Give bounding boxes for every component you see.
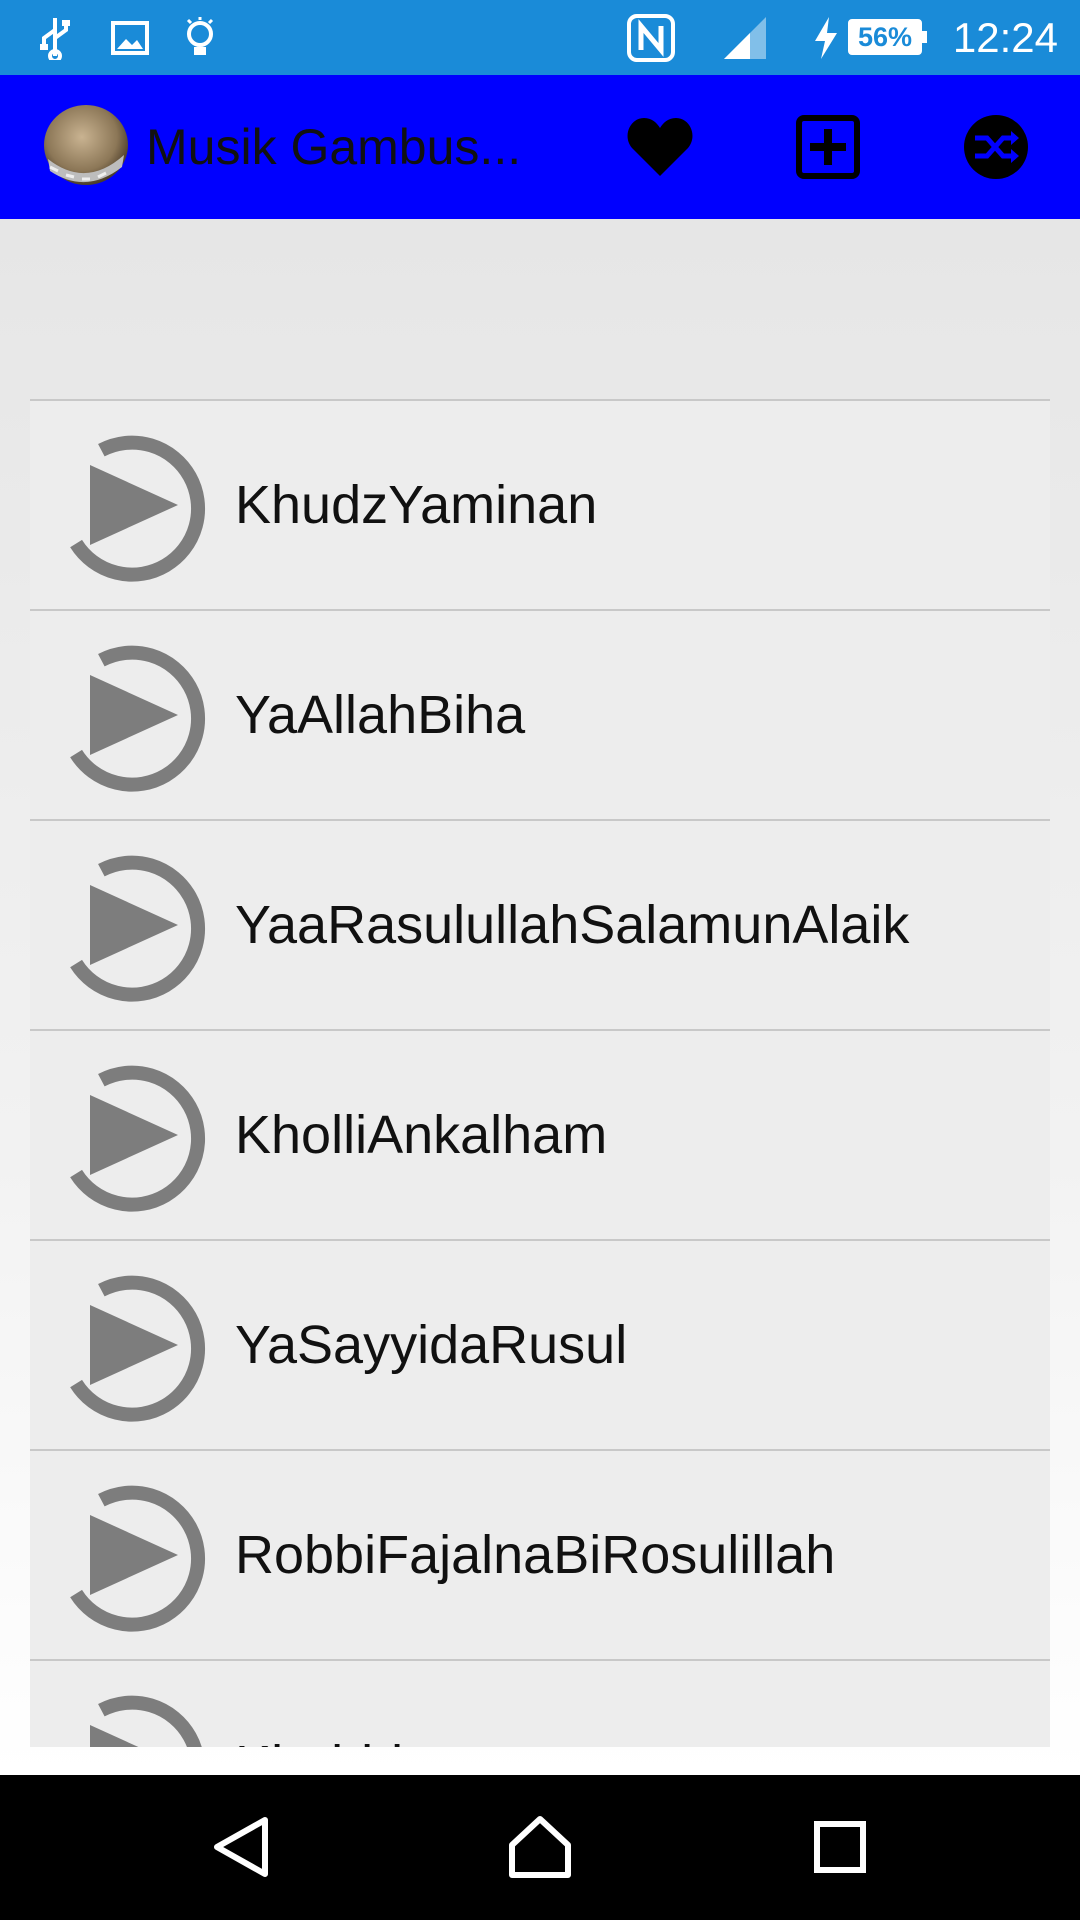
song-title: YaSayyidaRusul bbox=[235, 1315, 628, 1375]
list-item[interactable]: YaAllahBiha bbox=[30, 611, 1050, 821]
shuffle-button[interactable] bbox=[946, 97, 1046, 197]
nfc-icon bbox=[625, 0, 677, 75]
song-title: KhudzYaminan bbox=[235, 475, 598, 535]
song-title: Khobbi... bbox=[235, 1661, 448, 1747]
battery-indicator: 56% bbox=[848, 19, 927, 55]
list-item[interactable]: KholliAnkalham bbox=[30, 1031, 1050, 1241]
recents-icon bbox=[814, 1821, 866, 1873]
home-icon bbox=[509, 1816, 571, 1878]
status-time: 12:24 bbox=[952, 14, 1058, 61]
app-bar: Musik Gambus... bbox=[0, 75, 1080, 219]
list-item[interactable]: Khobbi... bbox=[30, 1661, 1050, 1747]
shuffle-icon bbox=[964, 115, 1028, 179]
usb-icon bbox=[30, 0, 80, 75]
song-list[interactable]: KhudzYaminan YaAllahBiha YaaRasulullahSa… bbox=[30, 399, 1050, 1747]
image-icon bbox=[105, 0, 155, 75]
song-title: RobbiFajalnaBiRosulillah bbox=[235, 1525, 836, 1585]
list-item[interactable]: KhudzYaminan bbox=[30, 401, 1050, 611]
app-title: Musik Gambus... bbox=[146, 119, 522, 175]
play-circle-icon bbox=[70, 1065, 206, 1212]
gambus-drum-logo bbox=[36, 97, 132, 193]
play-circle-icon bbox=[70, 855, 206, 1002]
play-circle-icon bbox=[70, 1275, 206, 1422]
list-item[interactable]: YaaRasulullahSalamunAlaik bbox=[30, 821, 1050, 1031]
add-playlist-button[interactable] bbox=[778, 97, 878, 197]
play-circle-icon bbox=[70, 1695, 206, 1747]
bulb-icon bbox=[175, 0, 225, 75]
charging-icon bbox=[808, 0, 844, 75]
play-circle-icon bbox=[70, 645, 206, 792]
song-title: KholliAnkalham bbox=[235, 1105, 608, 1165]
favorite-button[interactable] bbox=[610, 97, 710, 197]
play-circle-icon bbox=[70, 1485, 206, 1632]
song-title: YaaRasulullahSalamunAlaik bbox=[235, 895, 910, 955]
status-bar: 56% 12:24 bbox=[0, 0, 1080, 75]
back-button[interactable] bbox=[191, 1797, 291, 1897]
list-item[interactable]: YaSayyidaRusul bbox=[30, 1241, 1050, 1451]
back-icon bbox=[214, 1817, 268, 1877]
home-button[interactable] bbox=[490, 1797, 590, 1897]
signal-icon bbox=[720, 0, 770, 75]
song-title: YaAllahBiha bbox=[235, 685, 526, 745]
list-item[interactable]: RobbiFajalnaBiRosulillah bbox=[30, 1451, 1050, 1661]
play-circle-icon bbox=[70, 435, 206, 582]
content-area: KhudzYaminan YaAllahBiha YaaRasulullahSa… bbox=[0, 219, 1080, 1775]
recents-button[interactable] bbox=[790, 1797, 890, 1897]
add-box-icon bbox=[796, 115, 860, 179]
navigation-bar bbox=[0, 1775, 1080, 1920]
heart-icon bbox=[627, 118, 693, 176]
